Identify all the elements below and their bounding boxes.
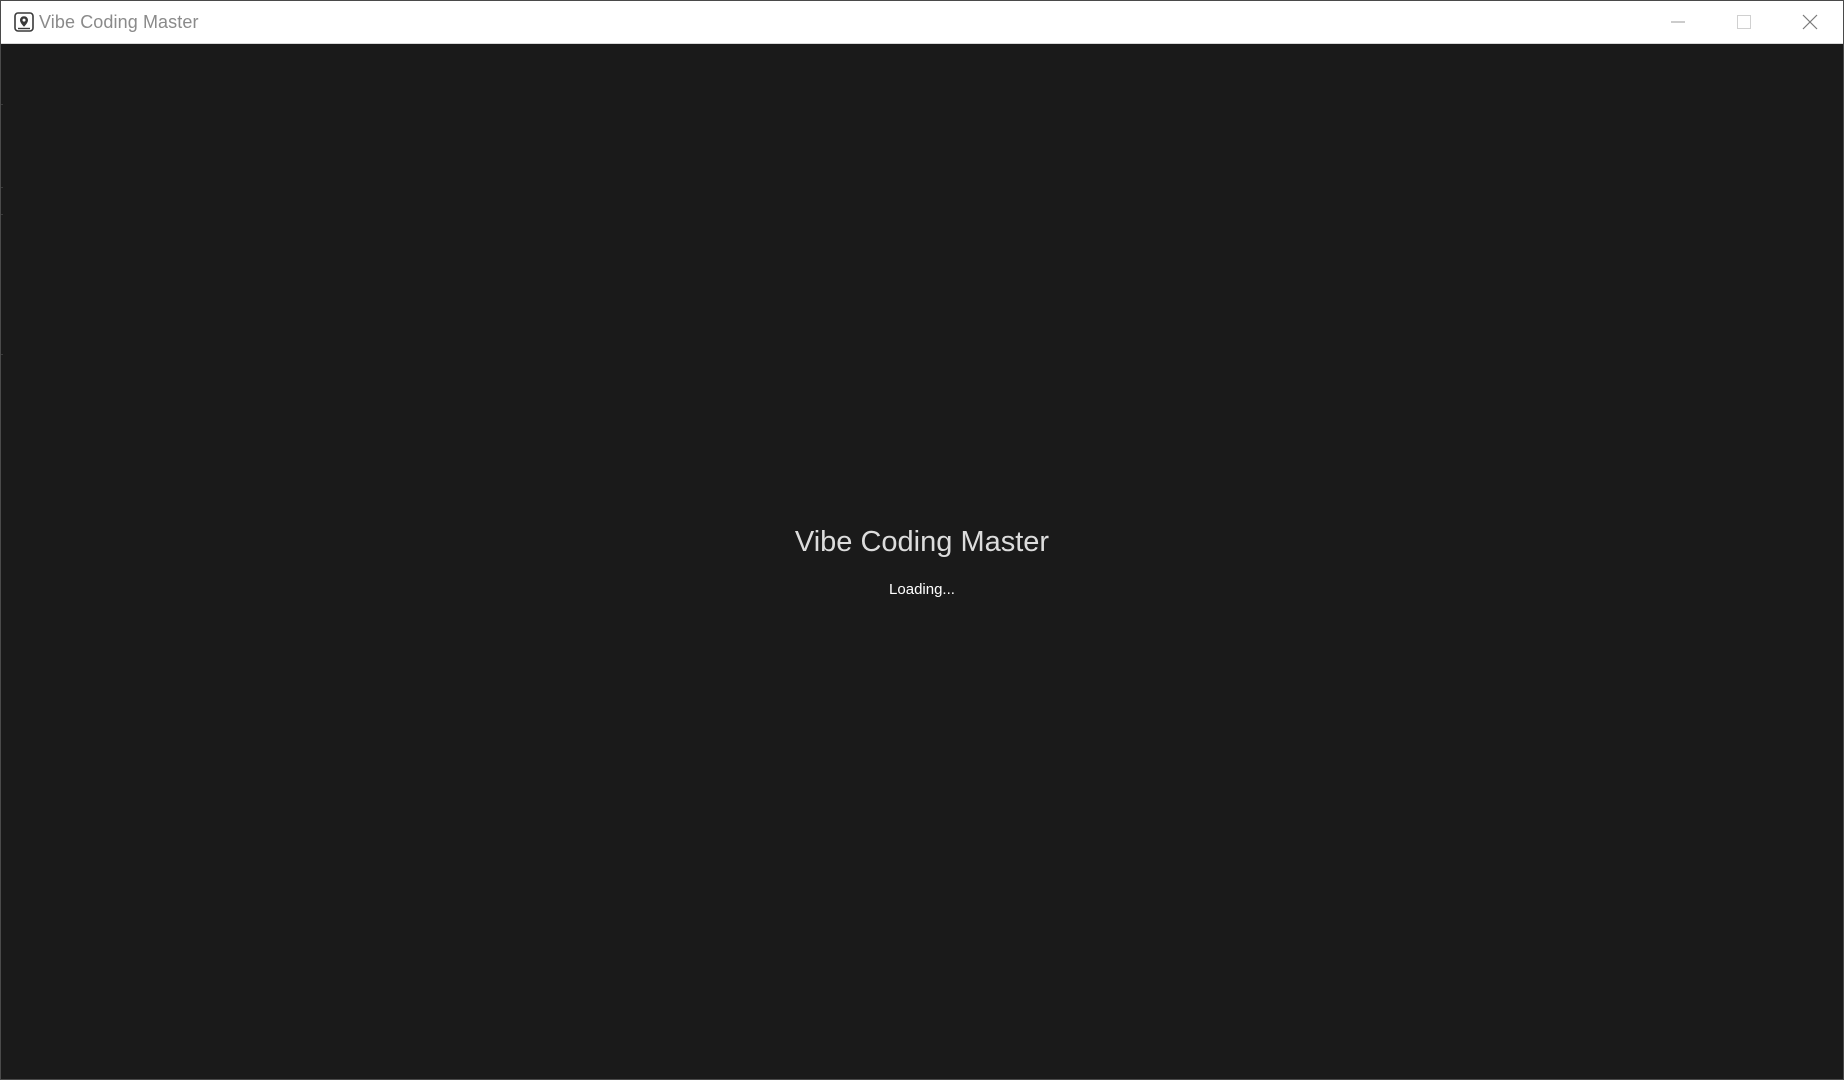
- window-controls: [1645, 1, 1843, 43]
- content-area: Vibe Coding Master Loading...: [1, 44, 1843, 1079]
- edge-divider: [1, 104, 3, 105]
- edge-divider: [1, 354, 3, 355]
- maximize-button[interactable]: [1711, 1, 1777, 43]
- loading-status: Loading...: [889, 581, 955, 598]
- minimize-icon: [1671, 15, 1685, 29]
- app-window: Vibe Coding Master Vibe Coding Master Lo…: [0, 0, 1844, 1080]
- edge-divider: [1, 187, 3, 188]
- edge-divider: [1, 214, 3, 215]
- title-bar[interactable]: Vibe Coding Master: [1, 1, 1843, 44]
- close-icon: [1802, 14, 1818, 30]
- window-title: Vibe Coding Master: [39, 11, 199, 32]
- app-icon: [14, 12, 34, 32]
- minimize-button[interactable]: [1645, 1, 1711, 43]
- splash-title: Vibe Coding Master: [794, 526, 1050, 558]
- maximize-icon: [1737, 15, 1751, 29]
- close-button[interactable]: [1777, 1, 1843, 43]
